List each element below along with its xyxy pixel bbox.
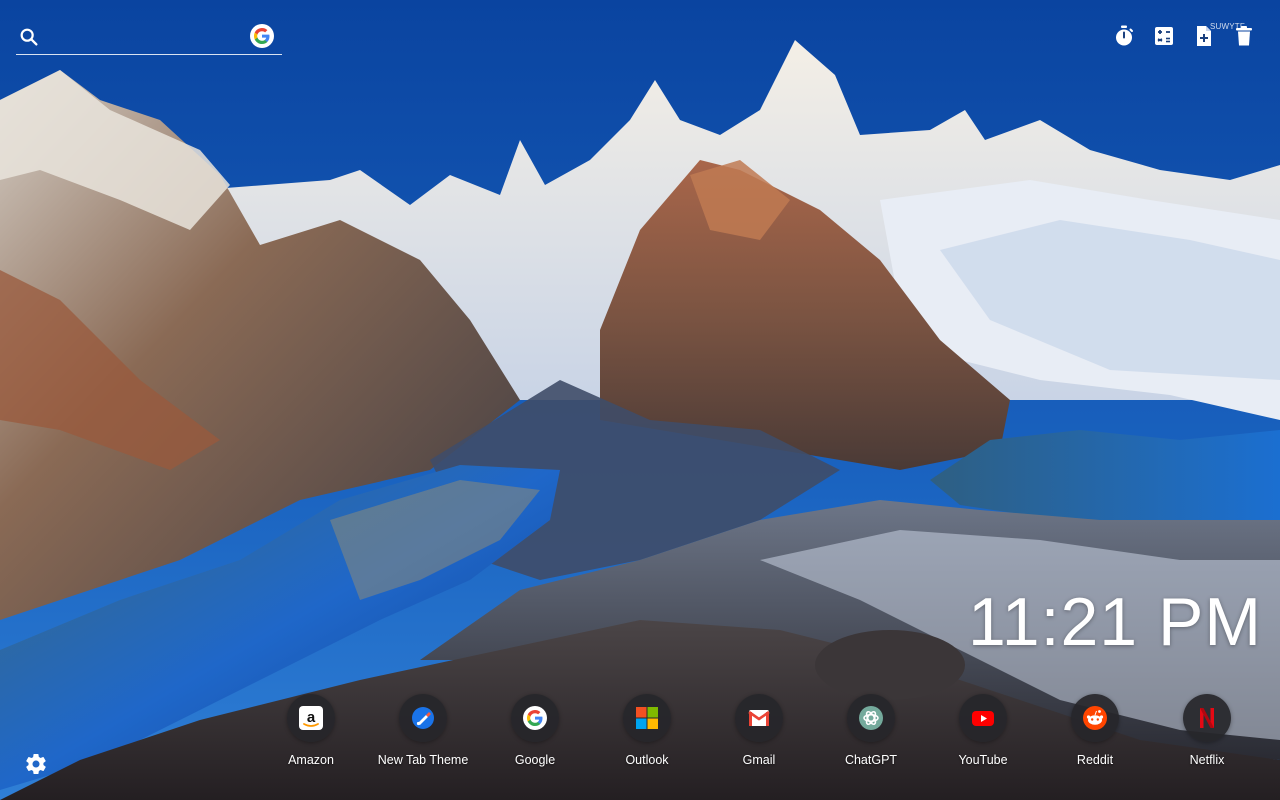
shortcut-label: Netflix <box>1189 753 1225 767</box>
google-icon[interactable] <box>250 24 274 48</box>
shortcut-gmail[interactable]: Gmail <box>703 694 815 774</box>
youtube-icon <box>972 711 994 726</box>
add-document-button[interactable]: SUWYTF <box>1192 22 1245 48</box>
calculator-icon <box>1155 27 1173 45</box>
shortcut-tile[interactable] <box>1071 694 1119 742</box>
netflix-icon <box>1200 708 1214 728</box>
shortcut-tile[interactable] <box>623 694 671 742</box>
stopwatch-button[interactable] <box>1112 24 1136 48</box>
shortcut-label: Amazon <box>288 753 334 767</box>
shortcut-label: Gmail <box>742 753 776 767</box>
new-tab-page: SUWYTF 11:21 PM a Amazon New Tab Theme G… <box>0 0 1280 800</box>
shortcut-label: YouTube <box>958 753 1008 767</box>
calculator-button[interactable] <box>1152 24 1176 48</box>
search-icon[interactable] <box>18 26 40 48</box>
shortcut-tile[interactable] <box>1183 694 1231 742</box>
shortcut-label: Google <box>514 753 556 767</box>
shortcut-outlook[interactable]: Outlook <box>591 694 703 774</box>
new-tab-theme-icon <box>412 707 434 729</box>
shortcut-tile[interactable] <box>959 694 1007 742</box>
svg-text:a: a <box>307 709 316 726</box>
shortcut-netflix[interactable]: Netflix <box>1151 694 1263 774</box>
shortcut-reddit[interactable]: Reddit <box>1039 694 1151 774</box>
toolbar: SUWYTF <box>1112 22 1256 48</box>
shortcut-label: New Tab Theme <box>377 753 469 767</box>
gmail-icon <box>748 710 770 726</box>
background-wallpaper <box>0 0 1280 800</box>
outlook-icon <box>636 707 658 729</box>
amazon-icon: a <box>299 706 323 730</box>
shortcut-label: Outlook <box>625 753 669 767</box>
clock: 11:21 PM <box>967 584 1262 660</box>
trash-button[interactable] <box>1232 24 1256 48</box>
shortcut-label: ChatGPT <box>844 753 898 767</box>
shortcut-google[interactable]: Google <box>479 694 591 774</box>
reddit-icon <box>1083 706 1107 730</box>
stopwatch-icon <box>1116 25 1133 46</box>
chatgpt-icon <box>859 706 883 730</box>
shortcuts-dock: a Amazon New Tab Theme Google Outlook Gm… <box>255 694 1265 774</box>
shortcut-tile[interactable] <box>511 694 559 742</box>
search-input[interactable] <box>48 24 248 52</box>
shortcut-tile[interactable]: a <box>287 694 335 742</box>
shortcut-chatgpt[interactable]: ChatGPT <box>815 694 927 774</box>
shortcut-youtube[interactable]: YouTube <box>927 694 1039 774</box>
settings-button[interactable] <box>24 752 48 776</box>
shortcut-tile[interactable] <box>735 694 783 742</box>
search-bar[interactable] <box>16 20 282 55</box>
shortcut-new-tab-theme[interactable]: New Tab Theme <box>367 694 479 774</box>
shortcut-tile[interactable] <box>847 694 895 742</box>
shortcut-tile[interactable] <box>399 694 447 742</box>
google-icon <box>523 706 547 730</box>
gear-icon <box>26 754 46 775</box>
shortcut-label: Reddit <box>1076 753 1114 767</box>
trash-icon <box>1236 26 1252 46</box>
shortcut-amazon[interactable]: a Amazon <box>255 694 367 774</box>
